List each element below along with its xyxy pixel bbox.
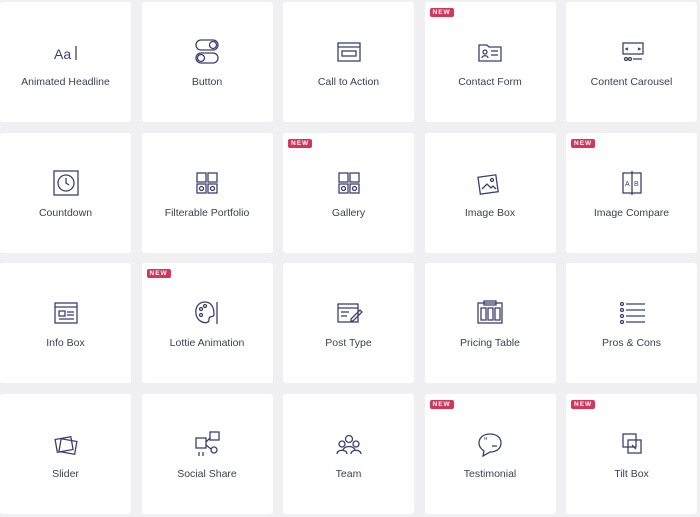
image-icon (475, 169, 505, 197)
widget-label: Team (335, 467, 362, 480)
widget-label: Call to Action (317, 76, 380, 88)
new-badge: NEW (429, 399, 454, 409)
compare-icon: AB (617, 169, 647, 197)
list-icon (617, 299, 647, 327)
widget-card-image-compare[interactable]: NEW A B Image Compare (566, 132, 697, 253)
widget-card-pros-cons[interactable]: Pros & Cons (566, 263, 697, 383)
widget-card-countdown[interactable]: Countdown (0, 132, 131, 253)
widget-label: Image Box (464, 206, 516, 219)
widget-label: Contact Form (458, 76, 522, 88)
widget-card-pricing-table[interactable]: Pricing Table (424, 263, 556, 383)
info-window-icon (51, 299, 81, 327)
widget-card-button[interactable]: Button (141, 2, 273, 122)
tilt-icon (617, 430, 647, 458)
widget-card-slider[interactable]: Slider (0, 393, 131, 514)
widget-card-animated-headline[interactable]: Aa Animated Headline (0, 2, 131, 122)
widget-card-gallery[interactable]: NEW Gallery (283, 132, 414, 253)
widget-label: Post Type (325, 337, 372, 349)
slides-icon (51, 430, 81, 458)
widget-label: Filterable Portfolio (164, 206, 250, 219)
widget-label: Content Carousel (590, 76, 673, 88)
new-badge: NEW (146, 269, 171, 278)
window-icon (334, 38, 364, 66)
quote-bubble-icon: “ (475, 430, 505, 458)
widget-label: Social Share (177, 467, 237, 480)
widget-card-info-box[interactable]: Info Box (0, 263, 131, 383)
widget-card-post-type[interactable]: Post Type (283, 263, 414, 383)
widget-card-lottie-animation[interactable]: NEW Lottie Animation (141, 263, 273, 383)
widget-label: Animated Headline (21, 76, 110, 88)
contact-folder-icon (475, 38, 505, 66)
palette-icon (192, 299, 222, 327)
widget-label: Pricing Table (460, 337, 520, 349)
text-aa-icon: Aa (51, 38, 81, 66)
widget-card-filterable-portfolio[interactable]: Filterable Portfolio (141, 132, 273, 253)
pricing-table-icon (475, 299, 505, 327)
widget-card-social-share[interactable]: Social Share (141, 393, 273, 514)
widget-label: Lottie Animation (169, 337, 245, 349)
new-badge: NEW (429, 8, 454, 17)
widget-label: Tilt Box (614, 467, 649, 480)
carousel-icon (617, 38, 647, 66)
widget-label: Pros & Cons (602, 337, 661, 349)
widget-label: Slider (52, 467, 79, 480)
widget-grid: Aa Animated Headline Button Call to Action N… (0, 2, 697, 514)
widget-label: Info Box (46, 337, 85, 349)
new-badge: NEW (571, 138, 596, 148)
widget-label: Image Compare (593, 206, 670, 219)
widget-label: Button (191, 76, 223, 88)
widget-card-image-box[interactable]: Image Box (424, 132, 556, 253)
new-badge: NEW (288, 138, 313, 148)
grid-icon (192, 169, 222, 197)
widget-card-testimonial[interactable]: NEW “ Testimonial (424, 393, 556, 514)
timer-icon (51, 169, 81, 197)
share-icon (192, 430, 222, 458)
widget-card-call-to-action[interactable]: Call to Action (283, 2, 414, 122)
post-edit-icon (334, 299, 364, 327)
widget-card-contact-form[interactable]: NEW Contact Form (424, 2, 556, 122)
widget-label: Testimonial (463, 467, 517, 480)
widget-card-team[interactable]: Team (283, 393, 414, 514)
widget-label: Gallery (331, 206, 366, 219)
team-icon (334, 430, 364, 458)
svg-text:B: B (634, 181, 639, 188)
new-badge: NEW (571, 399, 596, 409)
svg-text:Aa: Aa (54, 46, 71, 62)
widget-label: Countdown (38, 206, 93, 219)
gallery-grid-icon (334, 169, 364, 197)
widget-card-content-carousel[interactable]: Content Carousel (566, 2, 697, 122)
svg-text:A: A (625, 181, 630, 188)
svg-text:“: “ (484, 436, 487, 447)
widget-card-tilt-box[interactable]: NEW Tilt Box (566, 393, 697, 514)
toggle-icon (192, 38, 222, 66)
